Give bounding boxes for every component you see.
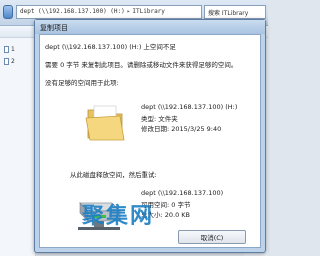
no-space-label: 没有足够的空间用于此项: xyxy=(45,79,119,87)
item-name: dept (\\192.168.137.100) (H:) xyxy=(141,103,238,111)
folder-icon xyxy=(85,105,125,141)
drive-name: dept (\\192.168.137.100) xyxy=(141,189,224,197)
cancel-button[interactable]: 取消(C) xyxy=(178,230,246,244)
document-icon xyxy=(4,46,9,53)
chevron-right-icon: ▸ xyxy=(126,8,131,15)
address-segment-drive[interactable]: dept (\\192.168.137.100) (H:) xyxy=(20,8,125,15)
address-segment-folder[interactable]: ITLibrary xyxy=(132,8,165,15)
message-path: dept (\\192.168.137.100) (H:) 上空间不足 xyxy=(45,43,176,51)
message-detail: 需要 0 字节 来复制此项目。请删除或移动文件来获得足够的空间。 xyxy=(45,61,238,69)
list-item[interactable]: 1 xyxy=(4,46,15,53)
item-modified: 修改日期: 2015/3/25 9:40 xyxy=(141,125,222,133)
free-space-prompt: 从此磁盘释放空间，然后重试: xyxy=(70,171,157,179)
list-item[interactable]: 2 xyxy=(4,58,15,65)
item-type: 类型: 文件夹 xyxy=(141,115,178,123)
list-item-label: 2 xyxy=(11,58,15,65)
back-icon[interactable] xyxy=(3,5,13,19)
document-icon xyxy=(4,58,9,65)
dialog-title: 复制项目 xyxy=(35,20,265,34)
search-input[interactable]: 搜索 ITLibrary xyxy=(204,5,266,19)
watermark-logo: 聚集网 xyxy=(82,204,155,229)
address-bar[interactable]: dept (\\192.168.137.100) (H:) ▸ ITLibrary xyxy=(16,5,202,19)
list-item-label: 1 xyxy=(11,46,15,53)
navigation-pane: 1 2 xyxy=(0,38,36,256)
